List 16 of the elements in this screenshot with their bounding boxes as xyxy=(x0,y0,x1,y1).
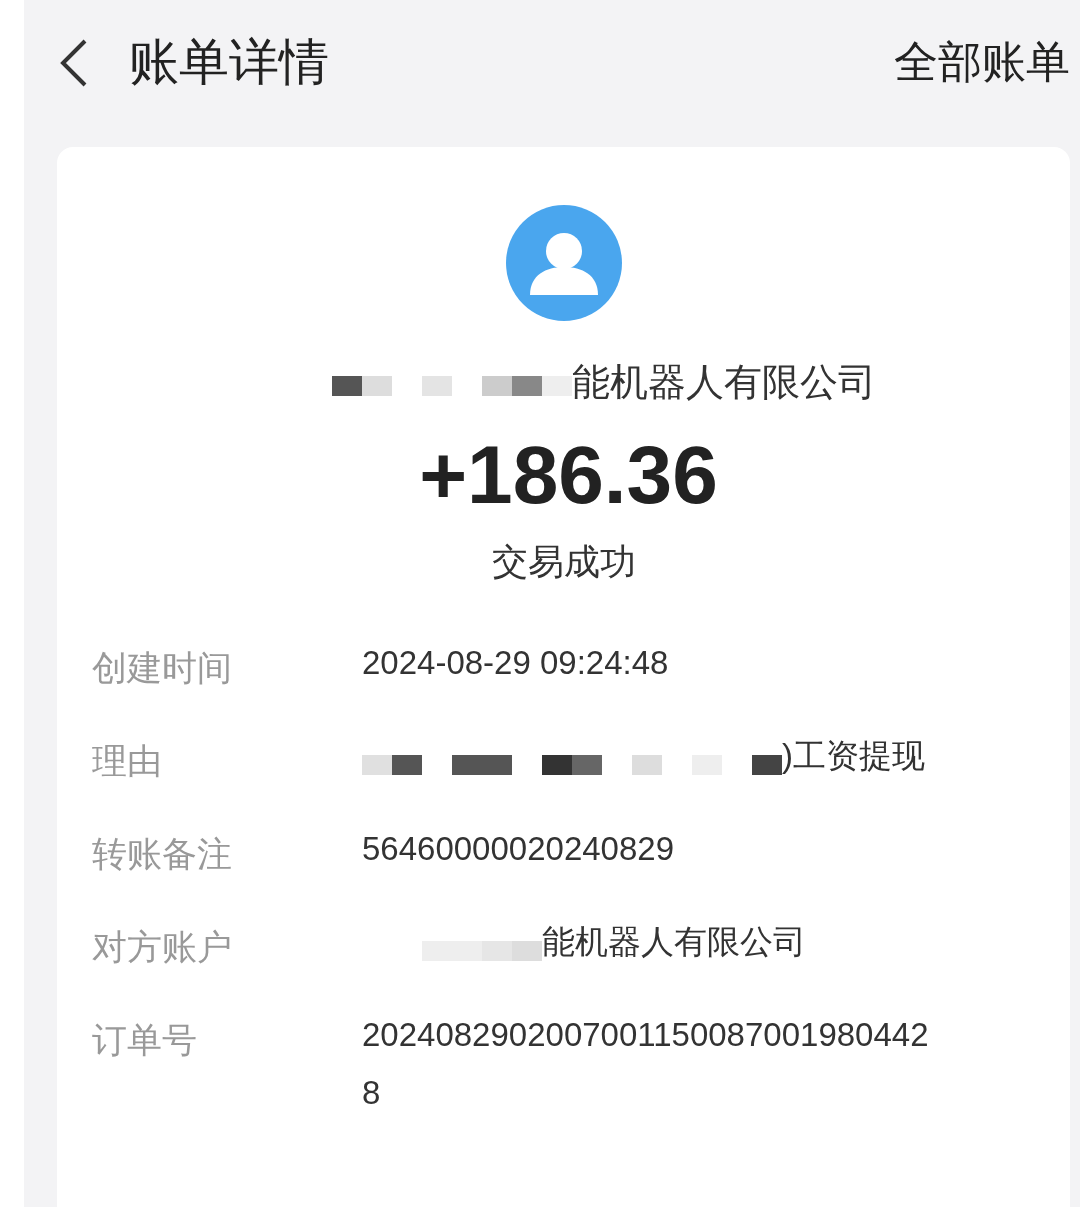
all-bills-link[interactable]: 全部账单 xyxy=(894,33,1070,92)
field-label: 理由 xyxy=(92,740,163,782)
avatar-icon xyxy=(505,205,622,321)
field-label: 转账备注 xyxy=(92,833,233,875)
status-text: 交易成功 xyxy=(491,540,636,584)
amount: +186.36 xyxy=(419,428,718,522)
field-label: 创建时间 xyxy=(92,647,233,689)
field-value: 能机器人有限公司 xyxy=(542,922,806,962)
field-value: 20240829020070011500870019804428 xyxy=(362,1015,930,1113)
field-value: 56460000020240829 xyxy=(362,829,675,869)
field-label: 对方账户 xyxy=(92,926,233,968)
field-label: 订单号 xyxy=(92,1019,198,1061)
field-value: )工资提现 xyxy=(782,736,925,776)
field-value: 2024-08-29 09:24:48 xyxy=(362,643,670,683)
payee-name: 能机器人有限公司 xyxy=(571,360,876,405)
page-title: 账单详情 xyxy=(129,33,329,92)
